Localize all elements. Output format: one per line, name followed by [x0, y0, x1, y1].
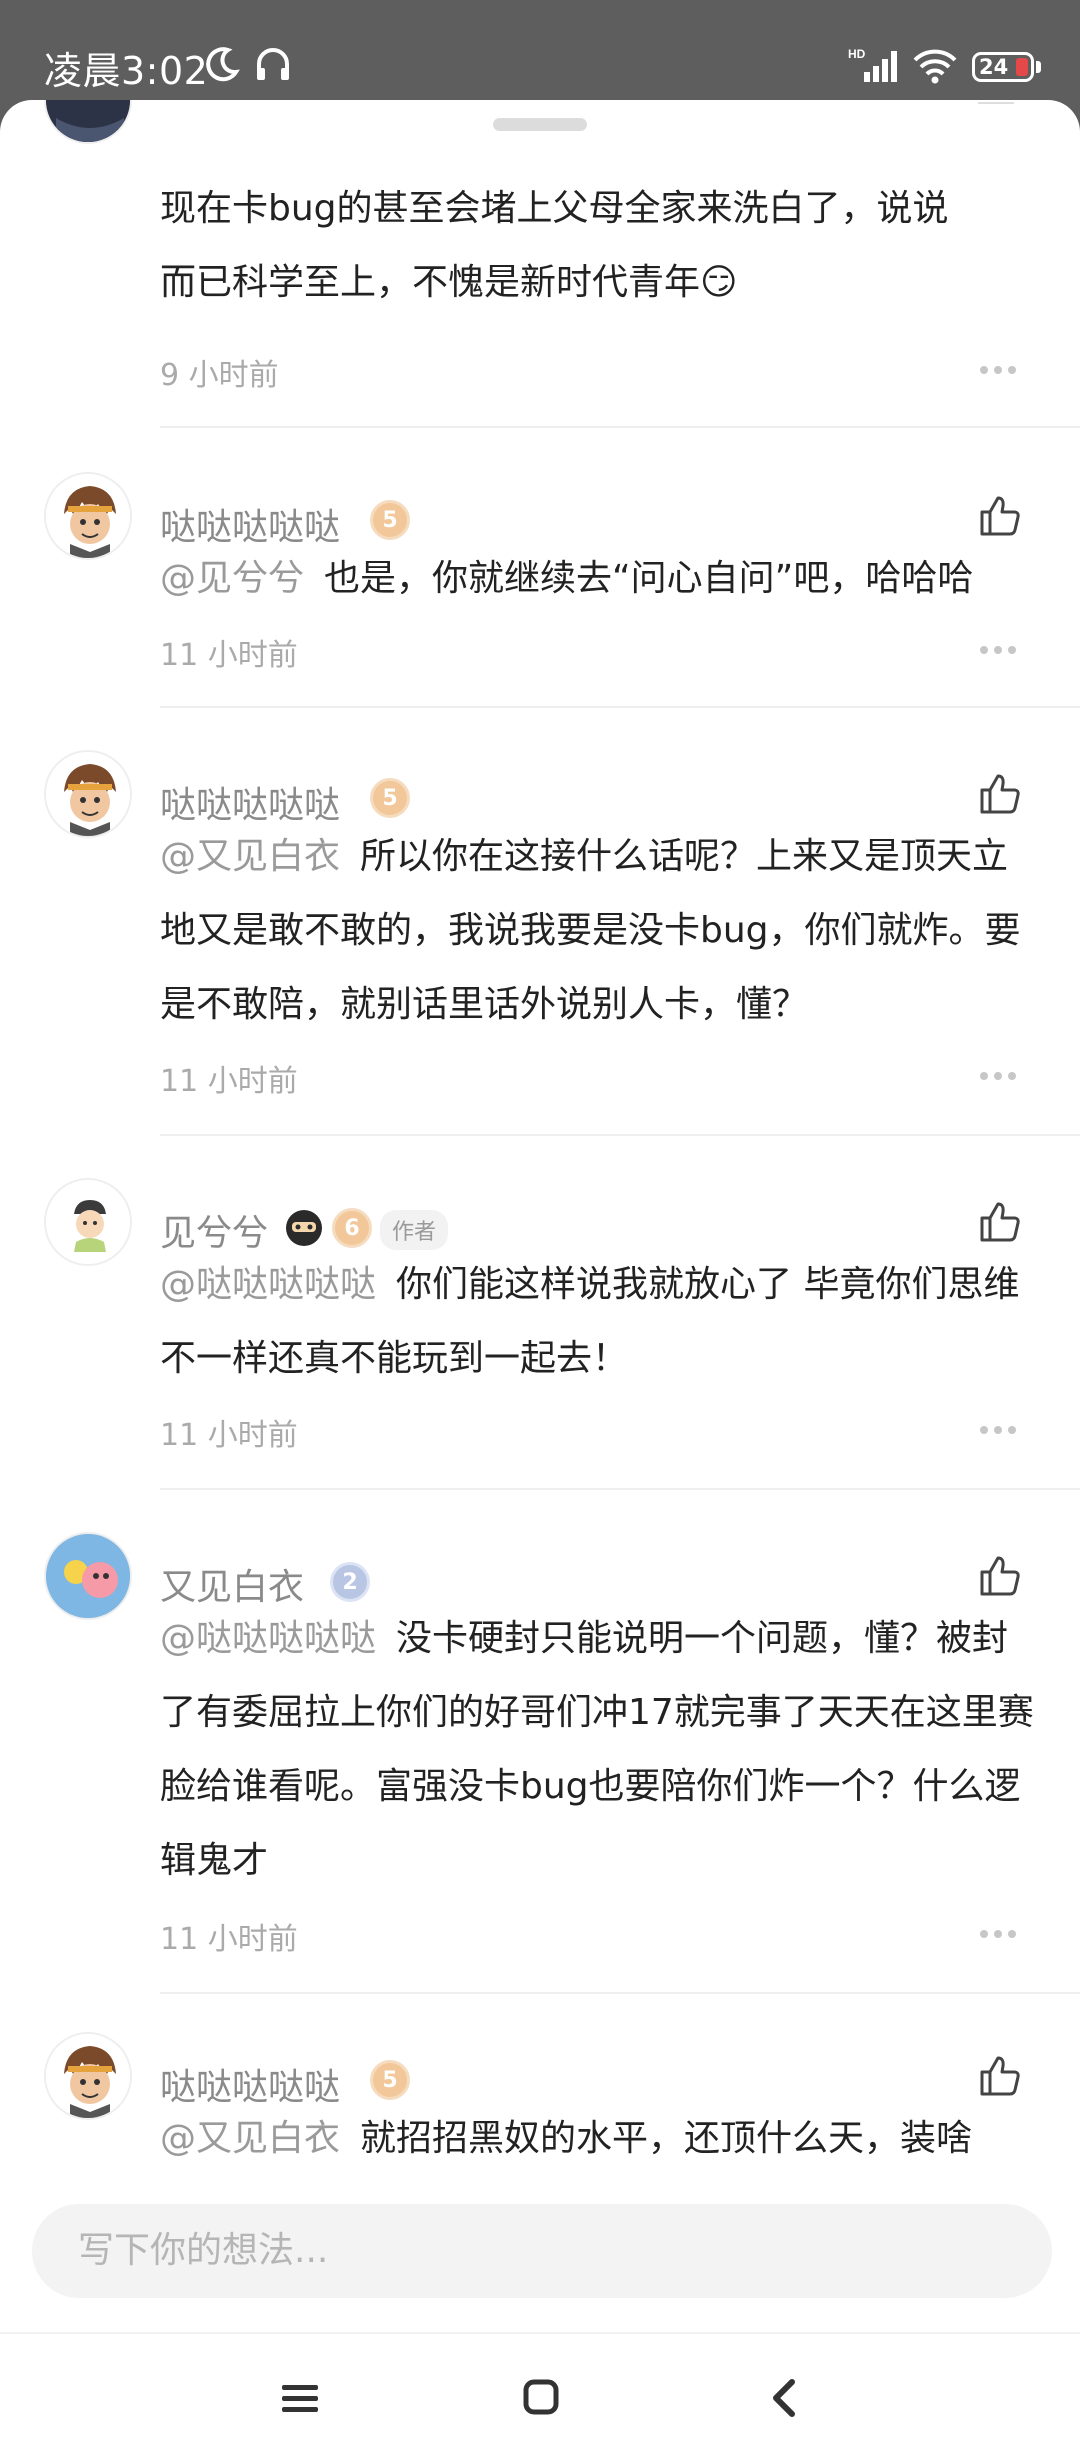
comment-item: 哒哒哒哒哒 5 @又见白衣 所以你在这接什么话呢？上来又是顶天立地又是敢不敢的，我… — [0, 710, 1080, 1138]
back-icon[interactable] — [768, 2378, 798, 2418]
comment-text: @哒哒哒哒哒 没卡硬封只能说明一个问题，懂？被封了有委屈拉上你们的好哥们冲17就完… — [160, 1602, 1036, 1898]
home-icon[interactable] — [522, 2378, 560, 2416]
avatar-image — [46, 1534, 130, 1618]
comment-text: @又见白衣 所以你在这接什么话呢？上来又是顶天立地又是敢不敢的，我说我要是没卡bu… — [160, 820, 1036, 1042]
comment-input[interactable]: 写下你的想法... — [32, 2204, 1052, 2298]
comment-input-area: 写下你的想法... — [0, 2172, 1080, 2332]
comment-item: 又见白衣 2 @哒哒哒哒哒 没卡硬封只能说明一个问题，懂？被封了有委屈拉上你们的好… — [0, 1492, 1080, 1996]
level-value: 6 — [344, 1215, 360, 1241]
comment-item: 见兮兮 6 作者 @哒哒哒哒哒 你们能这样说我就放心了 毕竟你们思维不一样还真不能… — [0, 1138, 1080, 1492]
menu-icon[interactable] — [280, 2382, 320, 2416]
system-nav-bar — [0, 2332, 1080, 2460]
avatar[interactable] — [44, 100, 132, 144]
level-value: 2 — [342, 1569, 358, 1595]
comment-time: 11 小时前 — [160, 1064, 298, 1099]
comment-time: 9 小时前 — [160, 358, 279, 393]
divider — [160, 1488, 1080, 1490]
comments-sheet: 现在卡bug的甚至会堵上父母全家来洗白了，说说 而已科学至上，不愧是新时代青年😏… — [0, 100, 1080, 2460]
comment-time: 11 小时前 — [160, 1418, 298, 1453]
comment-item: 哒哒哒哒哒 5 @见兮兮 也是，你就继续去“问心自问”吧，哈哈哈 11 小时前 — [0, 430, 1080, 710]
avatar[interactable] — [44, 472, 132, 560]
comment-item: 哒哒哒哒哒 5 @又见白衣 就招招黑奴的水平，还顶什么天，装啥 — [0, 1996, 1080, 2172]
divider — [160, 426, 1080, 428]
headset-icon — [257, 48, 289, 80]
like-icon[interactable] — [976, 492, 1024, 540]
level-badge: 5 — [370, 500, 410, 540]
level-value: 5 — [382, 2067, 398, 2093]
like-icon[interactable] — [976, 770, 1024, 818]
avatar-image — [46, 1180, 130, 1264]
avatar[interactable] — [44, 1532, 132, 1620]
comment-text: @又见白衣 就招招黑奴的水平，还顶什么天，装啥 — [160, 2102, 1036, 2172]
avatar[interactable] — [44, 2032, 132, 2120]
moon-icon — [206, 47, 240, 82]
wifi-icon — [913, 49, 957, 84]
comment-body: 就招招黑奴的水平，还顶什么天，装啥 — [360, 2118, 973, 2159]
avatar[interactable] — [44, 1178, 132, 1266]
avatar[interactable] — [44, 750, 132, 838]
level-value: 5 — [382, 507, 398, 533]
divider — [160, 1134, 1080, 1136]
more-options-icon[interactable] — [978, 1070, 1018, 1082]
more-icon-partial[interactable] — [978, 100, 1018, 106]
like-icon[interactable] — [976, 1198, 1024, 1246]
comment-time: 11 小时前 — [160, 1922, 298, 1957]
comment-text: 现在卡bug的甚至会堵上父母全家来洗白了，说说 而已科学至上，不愧是新时代青年😏 — [160, 172, 1036, 320]
divider — [160, 706, 1080, 708]
level-value: 5 — [382, 785, 398, 811]
comment-text: @哒哒哒哒哒 你们能这样说我就放心了 毕竟你们思维不一样还真不能玩到一起去！ — [160, 1248, 1036, 1396]
avatar-image — [46, 2034, 130, 2118]
comment-text-line: 现在卡bug的甚至会堵上父母全家来洗白了，说说 — [160, 188, 949, 229]
network-label: HD — [848, 47, 866, 61]
level-badge: 5 — [370, 778, 410, 818]
like-icon[interactable] — [976, 2052, 1024, 2100]
comment-time: 11 小时前 — [160, 638, 298, 673]
avatar-image — [46, 100, 130, 142]
level-badge: 6 — [332, 1208, 372, 1248]
battery-tip — [1036, 61, 1041, 73]
more-options-icon[interactable] — [978, 1928, 1018, 1940]
battery-low-fill — [1016, 58, 1028, 76]
mention-link[interactable]: @哒哒哒哒哒 — [160, 1264, 376, 1305]
mention-link[interactable]: @哒哒哒哒哒 — [160, 1618, 376, 1659]
battery-indicator: 24 — [972, 52, 1034, 82]
mention-link[interactable]: @又见白衣 — [160, 2118, 340, 2159]
level-badge: 2 — [330, 1562, 370, 1602]
author-tag: 作者 — [380, 1210, 449, 1250]
battery-level: 24 — [979, 55, 1009, 79]
status-time: 凌晨3:02 — [44, 49, 209, 93]
mention-link[interactable]: @见兮兮 — [160, 558, 304, 599]
status-bar: 凌晨3:02 HD 24 — [0, 0, 1080, 100]
more-options-icon[interactable] — [978, 1424, 1018, 1436]
comment-text-line: 而已科学至上，不愧是新时代青年😏 — [160, 262, 738, 303]
avatar-image — [46, 752, 130, 836]
medal-icon — [286, 1210, 322, 1246]
comment-body: 也是，你就继续去“问心自问”吧，哈哈哈 — [324, 558, 974, 599]
comment-text: @见兮兮 也是，你就继续去“问心自问”吧，哈哈哈 — [160, 542, 1036, 616]
divider — [160, 1992, 1080, 1994]
signal-icon: HD — [848, 47, 897, 82]
more-options-icon[interactable] — [978, 644, 1018, 656]
avatar-image — [46, 474, 130, 558]
mention-link[interactable]: @又见白衣 — [160, 836, 340, 877]
more-options-icon[interactable] — [978, 364, 1018, 376]
comment-item: 现在卡bug的甚至会堵上父母全家来洗白了，说说 而已科学至上，不愧是新时代青年😏… — [0, 100, 1080, 430]
level-badge: 5 — [370, 2060, 410, 2100]
like-icon[interactable] — [976, 1552, 1024, 1600]
